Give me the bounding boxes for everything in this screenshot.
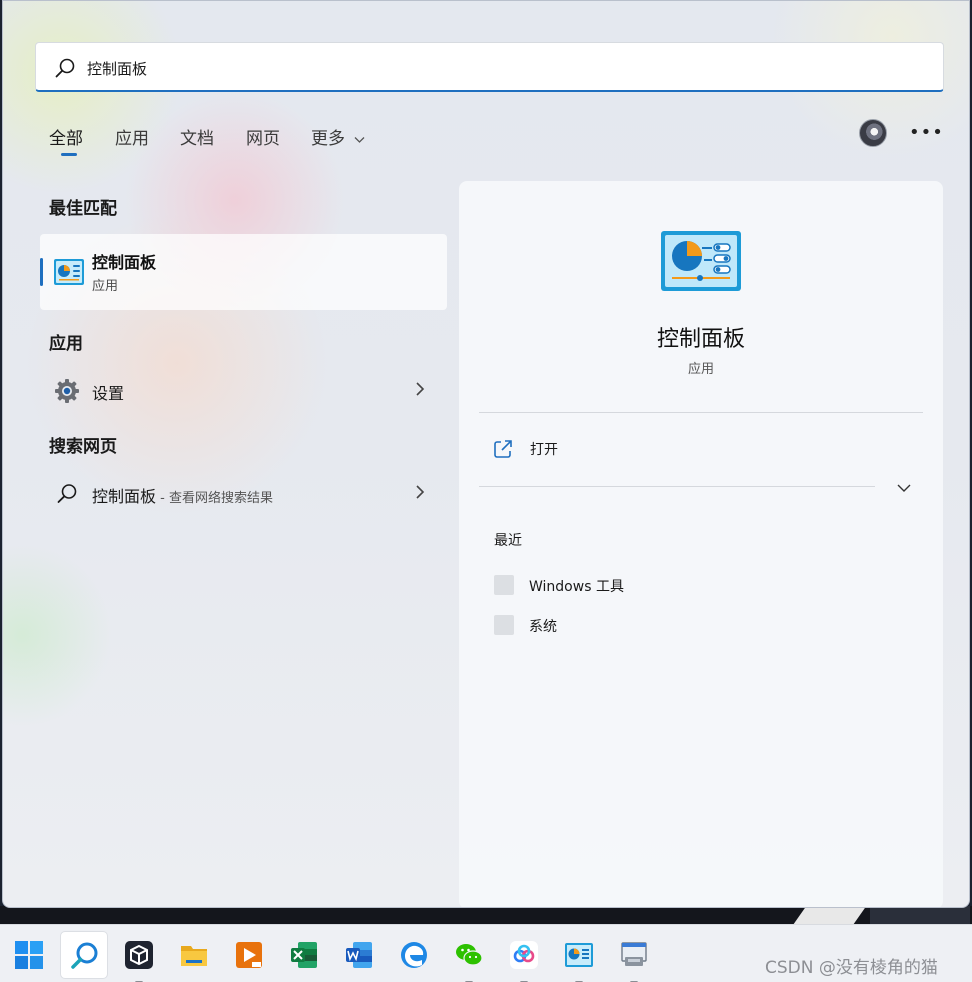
recent-item-icon [494, 615, 514, 635]
web-result-query: 控制面板 [92, 487, 157, 506]
watermark-text: CSDN @没有棱角的猫 [765, 958, 938, 978]
tab-more-label: 更多 [311, 129, 345, 149]
best-match-item[interactable]: 控制面板 应用 [40, 234, 447, 310]
taskbar-app-wechat[interactable] [445, 931, 493, 982]
app-result-settings[interactable]: 设置 [40, 368, 447, 412]
tab-all[interactable]: 全部 [49, 124, 83, 149]
gear-icon [55, 379, 79, 403]
taskbar-app-file-explorer[interactable] [170, 931, 218, 979]
chevron-right-icon [416, 485, 425, 499]
web-search-heading: 搜索网页 [49, 437, 117, 457]
search-icon [71, 942, 98, 969]
windows-start-icon [15, 941, 43, 969]
control-panel-icon [661, 231, 741, 291]
apps-heading: 应用 [49, 334, 83, 354]
tab-documents[interactable]: 文档 [180, 124, 214, 149]
wechat-icon [456, 944, 483, 966]
chevron-down-icon [354, 137, 365, 143]
virtualbox-icon [125, 941, 153, 969]
divider [479, 412, 923, 413]
taskbar-app-word[interactable] [335, 931, 383, 979]
desktop-stripe [870, 906, 970, 924]
open-external-icon [494, 440, 512, 458]
detail-title: 控制面板 [656, 327, 745, 352]
divider [479, 486, 875, 487]
best-match-subtitle: 应用 [92, 279, 119, 294]
edge-icon [401, 942, 427, 968]
taskbar-app-edge[interactable] [390, 931, 438, 979]
best-match-heading: 最佳匹配 [49, 199, 117, 219]
recent-item-label: Windows 工具 [529, 579, 624, 595]
chevron-right-icon [416, 382, 425, 396]
control-panel-icon [565, 943, 593, 967]
search-box[interactable]: 控制面板 [35, 42, 944, 92]
recent-item-label: 系统 [529, 619, 557, 635]
excel-icon [291, 942, 317, 968]
search-input[interactable]: 控制面板 [87, 58, 147, 79]
taskbar-app-device-manager[interactable] [610, 931, 658, 982]
web-result-label: 控制面板 - 查看网络搜索结果 [92, 483, 273, 507]
desktop-stripe [793, 906, 867, 924]
web-result-hint: - 查看网络搜索结果 [156, 491, 273, 506]
baidu-netdisk-icon [510, 941, 538, 969]
word-icon [346, 942, 372, 968]
app-result-label: 设置 [92, 384, 125, 403]
taskbar: CSDN @没有棱角的猫 [0, 924, 972, 982]
recent-item-icon [494, 575, 514, 595]
detail-subtitle: 应用 [687, 362, 714, 377]
taskbar-start-button[interactable] [5, 931, 53, 979]
device-manager-icon [621, 942, 647, 966]
search-icon [57, 484, 77, 503]
taskbar-app-baidu-netdisk[interactable] [500, 931, 548, 982]
web-result-item[interactable]: 控制面板 - 查看网络搜索结果 [40, 471, 447, 515]
chevron-down-icon[interactable] [893, 477, 915, 499]
taskbar-search-button[interactable] [60, 931, 108, 979]
tab-web[interactable]: 网页 [246, 124, 280, 149]
tab-apps[interactable]: 应用 [115, 124, 149, 149]
recent-heading: 最近 [494, 533, 522, 549]
presentation-app-icon [236, 942, 262, 968]
best-match-title: 控制面板 [92, 253, 157, 272]
tab-active-indicator [61, 153, 77, 156]
taskbar-app-virtualbox[interactable] [115, 931, 163, 982]
folder-icon [181, 946, 207, 966]
open-action-label: 打开 [530, 442, 558, 458]
more-options-icon[interactable]: ••• [909, 119, 943, 147]
selection-indicator [40, 258, 43, 286]
taskbar-app-control-panel[interactable] [555, 931, 603, 982]
taskbar-app-presentation[interactable] [225, 931, 273, 979]
result-detail-pane: 控制面板 应用 打开 最近 Windows 工具 系统 [459, 181, 943, 907]
control-panel-icon [54, 259, 84, 285]
desktop-background [0, 906, 972, 924]
search-icon [55, 58, 75, 78]
taskbar-app-excel[interactable] [280, 931, 328, 979]
tab-more[interactable]: 更多 [311, 124, 365, 149]
start-search-panel: 控制面板 全部 应用 文档 网页 更多 ••• 最佳匹配 控制面板 应用 应用 … [2, 0, 970, 908]
avatar[interactable] [859, 119, 887, 147]
